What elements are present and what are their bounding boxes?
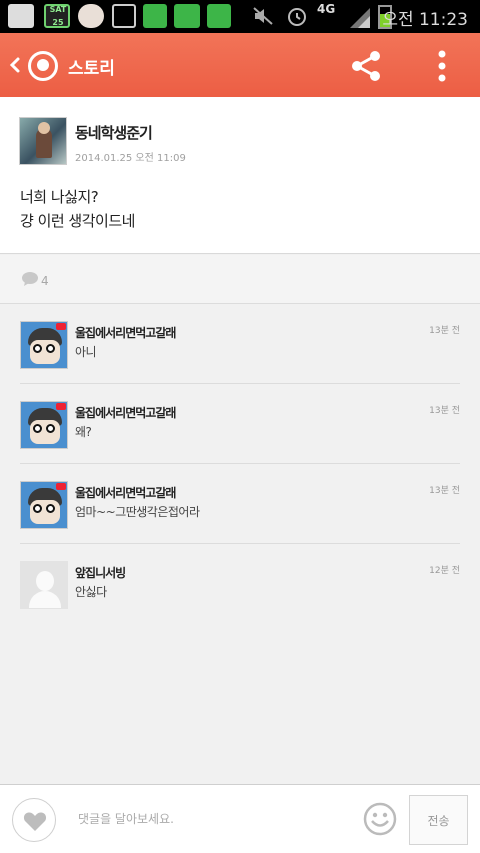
comment-time: 13분 전 (429, 406, 460, 416)
comment-time: 12분 전 (429, 566, 460, 576)
mute-icon (253, 7, 273, 25)
commenter-avatar[interactable] (20, 401, 68, 449)
commenter-name[interactable]: 울집에서리면먹고갈래 (75, 404, 176, 421)
status-bar: SAT 25 4G 오전 11:23 (0, 0, 480, 33)
more-options-icon[interactable] (430, 49, 454, 83)
commenter-name[interactable]: 울집에서리면먹고갈래 (75, 484, 176, 501)
default-profile-icon (21, 562, 67, 608)
send-button[interactable]: 전송 (409, 795, 468, 845)
comment-text: 엄마~~그딴생각은접어라 (75, 505, 200, 519)
commenter-avatar[interactable] (20, 321, 68, 369)
add-icon (8, 4, 34, 28)
comment-time: 13분 전 (429, 486, 460, 496)
emoticon-icon[interactable] (363, 802, 397, 836)
comment-time: 13분 전 (429, 326, 460, 336)
post-author-name[interactable]: 동네학생준기 (75, 122, 153, 143)
app-bar: 스토리 (0, 33, 480, 97)
share-icon[interactable] (350, 49, 384, 83)
comment-text: 안싫다 (75, 585, 107, 599)
author-avatar[interactable] (19, 117, 67, 165)
post-body: 너희 나싫지? 걍 이런 생각이드네 (20, 185, 135, 233)
page-title: 스토리 (68, 59, 115, 78)
like-button[interactable] (12, 798, 56, 842)
naver-icon (207, 4, 231, 28)
post-body-line: 너희 나싫지? (20, 188, 99, 206)
clock: 오전 11:23 (382, 10, 468, 30)
comment-item: 앞집니서빙 안싫다 12분 전 (0, 544, 480, 624)
kakaostory-logo-icon (28, 51, 58, 81)
comment-item: 울집에서리면먹고갈래 왜? 13분 전 (0, 384, 480, 464)
calendar-date: SAT 25 (49, 5, 67, 27)
comment-item: 울집에서리면먹고갈래 아니 13분 전 (0, 304, 480, 384)
heart-icon (23, 812, 47, 831)
naver-icon (143, 4, 167, 28)
comment-input-bar: 전송 (0, 784, 480, 853)
comment-input[interactable] (70, 799, 350, 839)
comment-count: 4 (41, 274, 49, 288)
commenter-avatar[interactable] (20, 561, 68, 609)
commenter-name[interactable]: 앞집니서빙 (75, 564, 126, 581)
comment-count-bar: 4 (0, 255, 480, 304)
commenter-avatar[interactable] (20, 481, 68, 529)
blog-icon (174, 4, 200, 28)
story-post: 동네학생준기 2014.01.25 오전 11:09 너희 나싫지? 걍 이런 … (0, 97, 480, 254)
image-icon (112, 4, 136, 28)
commenter-name[interactable]: 울집에서리면먹고갈래 (75, 324, 176, 341)
comment-item: 울집에서리면먹고갈래 엄마~~그딴생각은접어라 13분 전 (0, 464, 480, 544)
comment-text: 아니 (75, 345, 97, 359)
comment-bubble-icon (22, 272, 38, 286)
post-body-line: 걍 이런 생각이드네 (20, 212, 135, 230)
network-type: 4G (317, 2, 336, 16)
alarm-icon (288, 8, 306, 26)
comment-text: 왜? (75, 425, 92, 439)
signal-icon (350, 8, 370, 28)
bear-icon (78, 4, 104, 28)
post-date: 2014.01.25 오전 11:09 (75, 153, 186, 164)
